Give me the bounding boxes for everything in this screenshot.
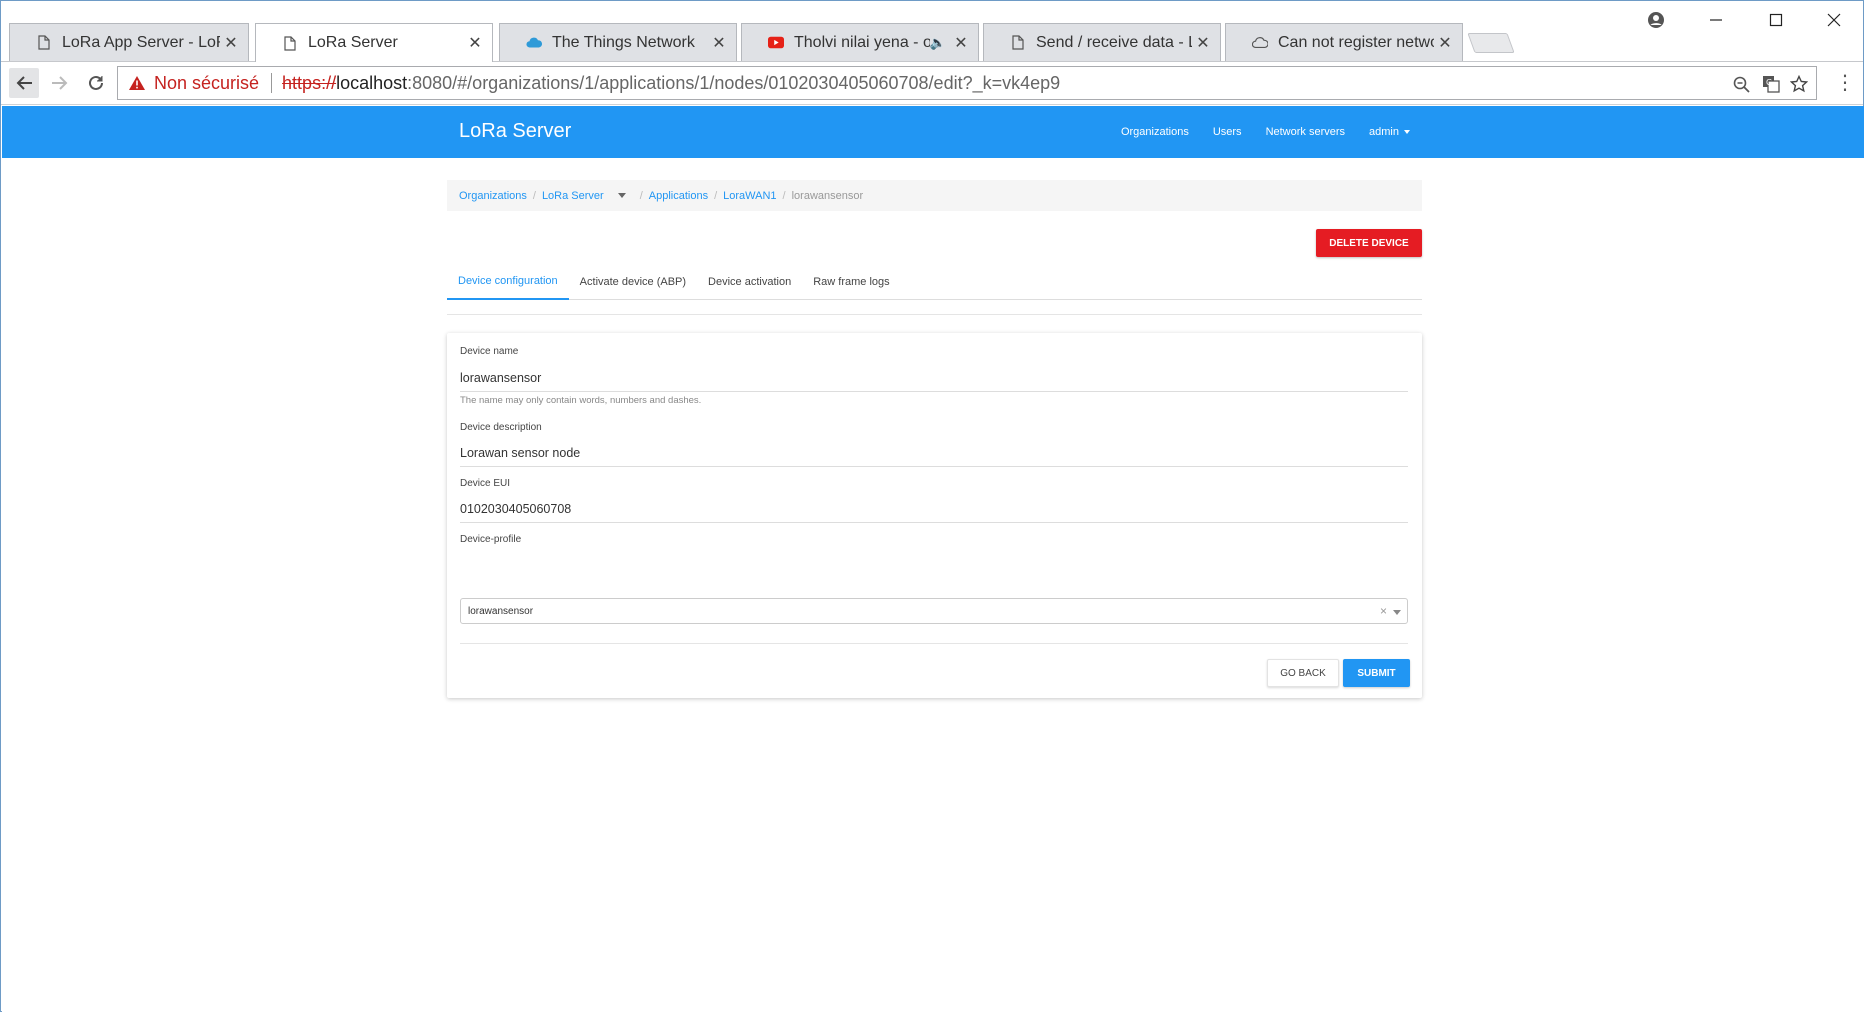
zoom-icon[interactable] xyxy=(1730,73,1752,95)
browser-tab[interactable]: The Things Network ✕ xyxy=(499,23,737,61)
tab-raw-frame-logs[interactable]: Raw frame logs xyxy=(802,264,900,300)
warning-icon[interactable] xyxy=(128,75,146,91)
page-icon xyxy=(1010,35,1026,51)
device-profile-value: lorawansensor xyxy=(468,605,534,617)
divider xyxy=(460,643,1408,644)
back-arrow-icon[interactable] xyxy=(9,68,39,98)
close-window-icon[interactable] xyxy=(1809,5,1859,35)
tab-title: The Things Network xyxy=(552,33,695,51)
device-form-panel: Device name lorawansensor The name may o… xyxy=(447,333,1422,698)
device-description-input[interactable]: Lorawan sensor node xyxy=(460,446,1408,467)
tab-device-activation[interactable]: Device activation xyxy=(697,264,802,300)
device-profile-label: Device-profile xyxy=(460,534,522,545)
nav-users[interactable]: Users xyxy=(1213,126,1242,138)
tab-title: Tholvi nilai yena - oor xyxy=(794,33,930,51)
caret-down-icon[interactable] xyxy=(617,193,626,198)
tab-title: Can not register network xyxy=(1278,33,1434,51)
browser-tab[interactable]: LoRa App Server - LoRa A ✕ xyxy=(9,23,249,61)
breadcrumb: Organizations / LoRa Server / Applicatio… xyxy=(447,180,1422,211)
browser-tab-active[interactable]: LoRa Server ✕ xyxy=(255,23,493,62)
device-profile-select[interactable]: lorawansensor × xyxy=(460,598,1408,624)
maximize-icon[interactable] xyxy=(1751,5,1801,35)
breadcrumb-separator: / xyxy=(714,189,718,202)
breadcrumb-organizations[interactable]: Organizations xyxy=(459,190,527,202)
youtube-icon xyxy=(768,35,784,51)
nav-organizations[interactable]: Organizations xyxy=(1121,126,1189,138)
minimize-icon[interactable] xyxy=(1691,5,1741,35)
svg-text:G: G xyxy=(1766,78,1772,87)
tab-strip: LoRa App Server - LoRa A ✕ LoRa Server ✕… xyxy=(1,1,1863,62)
reload-icon[interactable] xyxy=(81,68,111,98)
speaker-icon[interactable]: 🔈 xyxy=(930,35,946,51)
device-name-input[interactable]: lorawansensor xyxy=(460,371,1408,392)
profile-icon[interactable] xyxy=(1631,5,1681,35)
close-icon[interactable]: ✕ xyxy=(708,33,730,53)
close-icon[interactable]: ✕ xyxy=(1192,33,1214,53)
url-host: localhost xyxy=(336,72,408,93)
cloud-link-icon xyxy=(1252,35,1268,51)
device-description-label: Device description xyxy=(460,422,542,433)
browser-window: LoRa App Server - LoRa A ✕ LoRa Server ✕… xyxy=(0,0,1864,1012)
close-icon[interactable]: ✕ xyxy=(1434,33,1456,53)
admin-label: admin xyxy=(1369,126,1399,138)
browser-toolbar: Non sécurisé https://localhost:8080/#/or… xyxy=(1,61,1863,105)
breadcrumb-applications[interactable]: Applications xyxy=(649,190,708,202)
tab-title: LoRa Server xyxy=(308,34,398,51)
cloud-icon xyxy=(526,35,542,51)
tab-device-configuration[interactable]: Device configuration xyxy=(447,264,569,300)
url-path: :8080/#/organizations/1/applications/1/n… xyxy=(407,72,1061,93)
app-navbar: LoRa Server Organizations Users Network … xyxy=(2,106,1864,158)
tab-activate-device-abp[interactable]: Activate device (ABP) xyxy=(569,264,697,300)
breadcrumb-separator: / xyxy=(782,189,786,202)
url-scheme: https:// xyxy=(282,72,337,93)
brand-logo[interactable]: LoRa Server xyxy=(459,120,571,143)
breadcrumb-application[interactable]: LoraWAN1 xyxy=(723,190,776,202)
translate-icon[interactable]: G xyxy=(1760,73,1782,95)
browser-tab[interactable]: Tholvi nilai yena - oor 🔈 ✕ xyxy=(741,23,979,61)
address-bar[interactable]: Non sécurisé https://localhost:8080/#/or… xyxy=(117,66,1817,100)
page-icon xyxy=(36,35,52,51)
close-icon[interactable]: ✕ xyxy=(464,33,486,53)
address-divider xyxy=(271,73,273,93)
submit-button[interactable]: SUBMIT xyxy=(1343,659,1410,687)
close-icon[interactable]: ✕ xyxy=(950,33,972,53)
forward-arrow-icon[interactable] xyxy=(45,68,75,98)
bookmark-star-icon[interactable] xyxy=(1788,73,1810,95)
nav-admin-menu[interactable]: admin xyxy=(1369,126,1410,138)
kebab-menu-icon[interactable]: ⋮ xyxy=(1835,70,1855,98)
divider xyxy=(447,314,1422,315)
breadcrumb-current: lorawansensor xyxy=(791,189,864,202)
chevron-down-icon[interactable] xyxy=(1393,610,1401,615)
caret-down-icon xyxy=(1404,130,1410,134)
nav-network-servers[interactable]: Network servers xyxy=(1266,126,1345,138)
go-back-button[interactable]: GO BACK xyxy=(1267,659,1339,687)
device-eui-input[interactable]: 0102030405060708 xyxy=(460,502,1408,523)
page-icon xyxy=(282,35,298,51)
browser-tab[interactable]: Can not register network ✕ xyxy=(1225,23,1463,61)
tab-title: LoRa App Server - LoRa A xyxy=(62,33,220,51)
close-icon[interactable]: ✕ xyxy=(220,33,242,53)
breadcrumb-separator: / xyxy=(532,189,536,202)
delete-device-button[interactable]: DELETE DEVICE xyxy=(1316,229,1422,257)
breadcrumb-organization[interactable]: LoRa Server xyxy=(542,190,604,202)
clear-icon[interactable]: × xyxy=(1380,604,1387,618)
security-status[interactable]: Non sécurisé xyxy=(154,73,259,94)
tab-title: Send / receive data - LoR xyxy=(1036,33,1192,51)
nav-links: Organizations Users Network servers admi… xyxy=(1097,106,1410,158)
app-content: LoRa Server Organizations Users Network … xyxy=(2,106,1864,1012)
device-name-label: Device name xyxy=(460,346,519,357)
device-tabs: Device configuration Activate device (AB… xyxy=(447,264,1422,300)
new-tab-button[interactable] xyxy=(1467,33,1515,53)
browser-tab[interactable]: Send / receive data - LoR ✕ xyxy=(983,23,1221,61)
device-eui-label: Device EUI xyxy=(460,478,511,489)
device-name-help: The name may only contain words, numbers… xyxy=(460,395,702,406)
breadcrumb-separator: / xyxy=(639,189,643,202)
